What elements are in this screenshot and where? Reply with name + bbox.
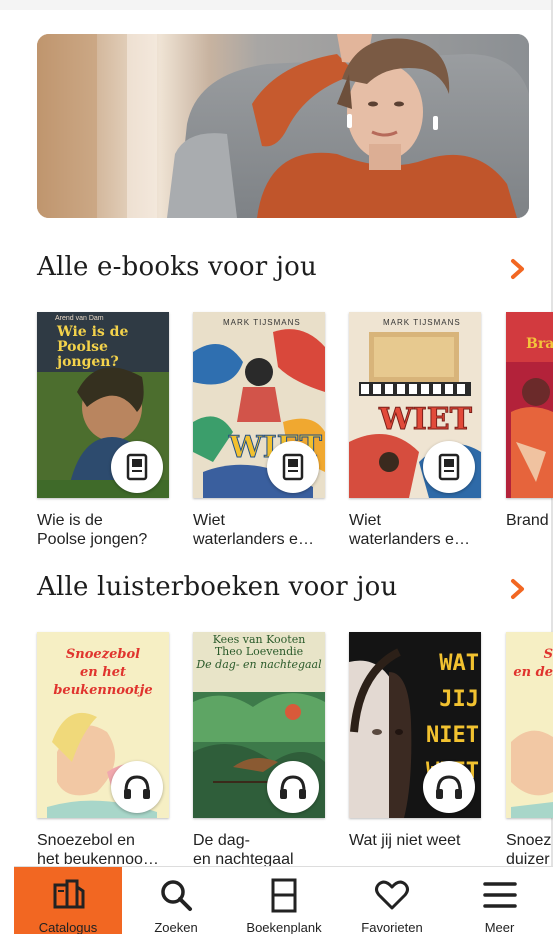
tab-catalogus[interactable]: Catalogus [14, 867, 122, 934]
ebook-badge [111, 441, 163, 493]
app-screen: Alle e-books voor jou Arend van Dam Wie … [0, 0, 553, 934]
cover-title: Snoezebol en het beukennootje [53, 647, 153, 698]
tab-zoeken[interactable]: Zoeken [122, 867, 230, 934]
tab-meer[interactable]: Meer [446, 867, 553, 934]
book-title: Brand [506, 512, 549, 529]
book-title: Wie is de Poolse jongen? [37, 512, 148, 548]
book-title: Wat jij niet weet [349, 832, 461, 849]
tab-label: Favorieten [361, 920, 423, 934]
hero-banner[interactable] [37, 34, 529, 218]
cover-author: Arend van Dam [55, 315, 104, 322]
tab-label: Catalogus [38, 920, 98, 934]
headphones-icon [436, 775, 462, 799]
book-cover: Bra [506, 312, 553, 498]
audio-badge [423, 761, 475, 813]
hero-image [37, 34, 529, 218]
bookshelf-icon [271, 878, 297, 913]
ebook-icon [126, 453, 148, 481]
headphones-icon [124, 775, 150, 799]
tab-label: Boekenplank [246, 920, 322, 934]
section-title-audiobooks: Alle luisterboeken voor jou [37, 572, 398, 602]
audio-badge [267, 761, 319, 813]
cover-title: Wie is de Poolse jongen? [57, 324, 129, 370]
section-title-ebooks: Alle e-books voor jou [37, 252, 317, 282]
cover-title: Bra [526, 336, 553, 352]
cover-author: MARK TIJSMANS [223, 318, 301, 327]
tab-boekenplank[interactable]: Boekenplank [230, 867, 338, 934]
cover-title: De dag- en nachtegaal [196, 658, 322, 671]
book-cover: S en de [506, 632, 553, 818]
chevron-right-icon[interactable] [506, 578, 528, 600]
catalog-icon [53, 879, 85, 909]
cover-author: MARK TIJSMANS [383, 318, 461, 327]
audio-badge [111, 761, 163, 813]
book-title: Wiet waterlanders e… [349, 512, 470, 548]
tab-label: Meer [484, 920, 515, 934]
menu-icon [482, 882, 517, 908]
cover-title: WIET [379, 402, 473, 438]
search-icon [161, 880, 192, 911]
cover-author: Kees van Kooten Theo Loevendie [212, 633, 306, 658]
ebook-icon [438, 453, 460, 481]
ebook-icon [282, 453, 304, 481]
ebook-badge [267, 441, 319, 493]
book-title: De dag- en nachtegaal [193, 832, 294, 868]
tab-label: Zoeken [154, 920, 198, 934]
tab-favorieten[interactable]: Favorieten [338, 867, 446, 934]
ebook-badge [423, 441, 475, 493]
cover-title: S en de [513, 647, 553, 680]
book-title: Snoez duizer [506, 832, 552, 868]
headphones-icon [280, 775, 306, 799]
book-title: Wiet waterlanders e… [193, 512, 314, 548]
chevron-right-icon[interactable] [506, 258, 528, 280]
bottom-tab-bar: Catalogus Zoeken Boekenplank Favorieten [14, 866, 553, 934]
heart-icon [375, 880, 409, 910]
status-strip [0, 0, 553, 10]
book-title: Snoezebol en het beukennoo… [37, 832, 159, 868]
